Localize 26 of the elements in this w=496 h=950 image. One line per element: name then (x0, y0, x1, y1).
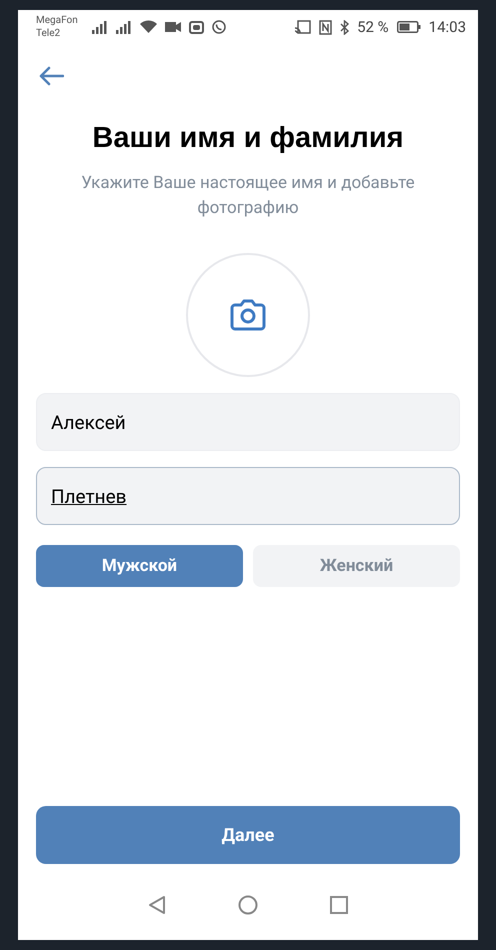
battery-icon (396, 21, 421, 33)
home-circle-icon[interactable] (238, 895, 258, 915)
back-triangle-icon[interactable] (148, 895, 166, 915)
video-camera-icon (164, 22, 181, 32)
back-arrow-icon[interactable] (38, 66, 64, 86)
screen-icon (188, 20, 204, 34)
bluetooth-icon (340, 20, 350, 34)
battery-percent: 52 % (357, 18, 389, 36)
signal-icon (92, 20, 108, 34)
subtitle-text: Укажите Ваше настоящее имя и добавьте фотографию (80, 172, 416, 220)
cast-icon (295, 20, 312, 34)
recent-square-icon[interactable] (330, 896, 348, 914)
carrier-name: MegaFon (36, 14, 78, 27)
carrier-name: Tele2 (36, 27, 62, 40)
page-title: Ваши имя и фамилия (92, 122, 404, 155)
name-input-field[interactable]: Алексей (36, 393, 460, 451)
camera-icon (229, 299, 267, 331)
gender-option[interactable]: Мужской (36, 545, 243, 587)
phone-bubble-icon (212, 20, 226, 34)
next-button[interactable]: Далее (36, 806, 460, 864)
wifi-icon (140, 20, 157, 34)
signal-icon (116, 20, 132, 34)
nfc-icon (319, 20, 332, 34)
clock-time: 14:03 (428, 18, 466, 36)
gender-option[interactable]: Женский (253, 545, 460, 587)
name-input-field[interactable]: Плетнев (36, 467, 460, 525)
